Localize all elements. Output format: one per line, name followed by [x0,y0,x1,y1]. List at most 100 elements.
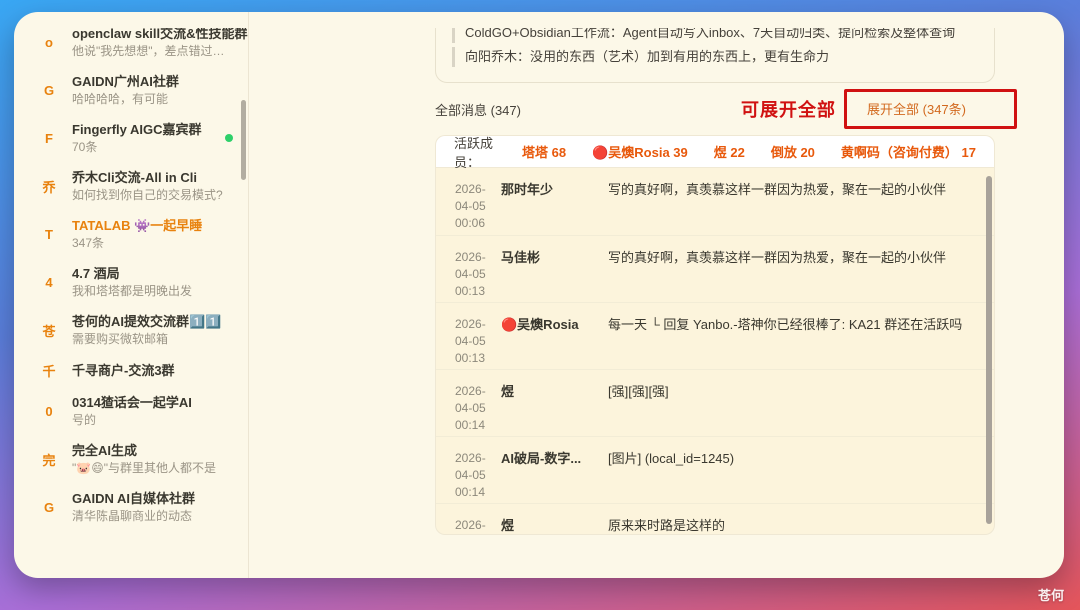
active-member[interactable]: 塔塔 68 [522,142,566,161]
message-time: 2026-04-05 00:06 [455,181,501,235]
message-content: [图片] (local_id=1245) [608,450,968,503]
summary-box: ColdGO+Obsidian工作流：Agent自动写入inbox、7天自动归类… [435,28,995,83]
group-avatar-letter: T [38,227,60,242]
sidebar: o openclaw skill交流&性技能群 他说"我先想想"，差点错过了全 … [14,12,249,578]
main-scroll-area[interactable]: ColdGO+Obsidian工作流：Agent自动写入inbox、7天自动归类… [435,28,1019,578]
all-messages-label: 全部消息 (347) [435,100,521,119]
message-row[interactable]: 2026-04-05 00:13 🔴吴燠Rosia 每一天 └ 回复 Yanbo… [436,302,994,369]
sidebar-group-item[interactable]: F Fingerfly AIGC嘉宾群 70条 [14,114,248,162]
message-content: 原来来时路是这样的 [608,517,968,535]
message-content: 每一天 └ 回复 Yanbo.-塔神你已经很棒了: KA21 群还在活跃吗 [608,316,968,369]
group-avatar-letter: 0 [38,404,60,419]
group-title: 苍何的AI提效交流群1️⃣1️⃣ [72,313,221,331]
group-last-message: 他说"我先想想"，差点错过了全 [72,43,230,59]
message-time: 2026-04-05 00:13 [455,249,501,302]
annotation-highlight-box: 展开全部 (347条) [844,89,1017,129]
summary-quote-line: ColdGO+Obsidian工作流：Agent自动写入inbox、7天自动归类… [452,28,978,43]
message-sender: 马佳彬 [501,249,596,302]
group-last-message: 如何找到你自己的交易模式? [72,187,223,203]
group-title: 乔木Cli交流-All in Cli [72,169,223,187]
group-text: openclaw skill交流&性技能群 他说"我先想想"，差点错过了全 [72,28,230,59]
message-time: 2026-04-05 [455,517,501,535]
active-member[interactable]: 🔴吴燠Rosia 39 [592,142,688,161]
sidebar-group-item[interactable]: 苍 苍何的AI提效交流群1️⃣1️⃣ 需要购买微软邮箱 [14,306,248,354]
group-last-message: 347条 [72,235,202,251]
group-text: TATALAB 👾一起早睡 347条 [72,217,202,251]
message-sender: AI破局-数字... [501,450,596,503]
message-sender: 煜 [501,383,596,436]
sidebar-scrollbar[interactable] [241,100,246,180]
messages-panel: 活跃成员： 塔塔 68 🔴吴燠Rosia 39 煜 22 倒放 20 黄啊码（咨询付费）… [435,135,995,535]
active-member[interactable]: 煜 22 [714,142,745,161]
group-last-message: 需要购买微软邮箱 [72,331,221,347]
message-sender: 🔴吴燠Rosia [501,316,596,369]
group-avatar-letter: 苍 [38,321,60,340]
message-list: 2026-04-05 00:06 那时年少 写的真好啊，真羡慕这样一群因为热爱，… [435,168,995,535]
group-title: openclaw skill交流&性技能群 [72,28,230,43]
sidebar-group-item[interactable]: 乔 乔木Cli交流-All in Cli 如何找到你自己的交易模式? [14,162,248,210]
message-content: 写的真好啊，真羡慕这样一群因为热爱，聚在一起的小伙伴 [608,181,968,235]
group-text: 4.7 酒局 我和塔塔都是明晚出发 [72,265,192,299]
group-text: GAIDN AI自媒体社群 清华陈晶聊商业的动态 [72,490,195,524]
unread-dot-icon [225,134,233,142]
active-members-bar: 活跃成员： 塔塔 68 🔴吴燠Rosia 39 煜 22 倒放 20 黄啊码（咨询付费）… [435,135,995,168]
message-time: 2026-04-05 00:13 [455,316,501,369]
group-text: 完全AI生成 "🐷😄"与群里其他人都不是 [72,442,216,476]
active-members-label: 活跃成员： [454,133,510,171]
expand-all-link[interactable]: 展开全部 (347条) [867,102,966,117]
group-title: TATALAB 👾一起早睡 [72,217,202,235]
screenshot-root: o openclaw skill交流&性技能群 他说"我先想想"，差点错过了全 … [0,0,1080,610]
group-text: 0314猹话会一起学AI 号的 [72,394,192,428]
message-content: [强][强][强] [608,383,968,436]
sidebar-group-item[interactable]: o openclaw skill交流&性技能群 他说"我先想想"，差点错过了全 [14,28,248,66]
messages-header: 全部消息 (347) 可展开全部 展开全部 (347条) [435,83,1017,135]
group-avatar-letter: o [38,35,60,50]
group-last-message: "🐷😄"与群里其他人都不是 [72,460,216,476]
active-member[interactable]: 黄啊码（咨询付费） 17 [841,142,976,161]
active-members-list: 塔塔 68 🔴吴燠Rosia 39 煜 22 倒放 20 黄啊码（咨询付费） 17 [510,142,976,161]
group-avatar-letter: F [38,131,60,146]
group-title: 4.7 酒局 [72,265,192,283]
messages-scrollbar[interactable] [986,176,992,524]
main-area: ColdGO+Obsidian工作流：Agent自动写入inbox、7天自动归类… [249,12,1064,578]
sidebar-group-item[interactable]: 千 千寻商户-交流3群 [14,354,248,387]
summary-quote-line: 向阳乔木：没用的东西（艺术）加到有用的东西上，更有生命力 [452,47,978,67]
app-window: o openclaw skill交流&性技能群 他说"我先想想"，差点错过了全 … [14,12,1064,578]
sidebar-scroll-area[interactable]: o openclaw skill交流&性技能群 他说"我先想想"，差点错过了全 … [14,28,248,578]
group-last-message: 号的 [72,412,192,428]
message-time: 2026-04-05 00:14 [455,450,501,503]
sidebar-group-item[interactable]: 0 0314猹话会一起学AI 号的 [14,387,248,435]
group-text: Fingerfly AIGC嘉宾群 70条 [72,121,202,155]
message-row[interactable]: 2026-04-05 00:13 马佳彬 写的真好啊，真羡慕这样一群因为热爱，聚… [436,235,994,302]
group-title: 0314猹话会一起学AI [72,394,192,412]
group-avatar-letter: 千 [38,361,60,380]
group-avatar-letter: 乔 [38,177,60,196]
message-row[interactable]: 2026-04-05 00:14 AI破局-数字... [图片] (local_… [436,436,994,503]
message-sender: 那时年少 [501,181,596,235]
messages-header-right: 可展开全部 展开全部 (347条) [741,89,1017,129]
annotation-text: 可展开全部 [741,96,836,122]
group-last-message: 清华陈晶聊商业的动态 [72,508,195,524]
group-text: 乔木Cli交流-All in Cli 如何找到你自己的交易模式? [72,169,223,203]
group-avatar-letter: 完 [38,450,60,469]
group-title: 千寻商户-交流3群 [72,362,175,380]
sidebar-group-item[interactable]: G GAIDN广州AI社群 哈哈哈哈，有可能 [14,66,248,114]
group-title: Fingerfly AIGC嘉宾群 [72,121,202,139]
message-sender: 煜 [501,517,596,535]
sidebar-group-item[interactable]: 4 4.7 酒局 我和塔塔都是明晚出发 [14,258,248,306]
sidebar-group-list: o openclaw skill交流&性技能群 他说"我先想想"，差点错过了全 … [14,28,248,531]
sidebar-group-item[interactable]: 完 完全AI生成 "🐷😄"与群里其他人都不是 [14,435,248,483]
group-title: 完全AI生成 [72,442,216,460]
message-row[interactable]: 2026-04-05 00:06 那时年少 写的真好啊，真羡慕这样一群因为热爱，… [436,168,994,235]
group-avatar-letter: 4 [38,275,60,290]
group-text: GAIDN广州AI社群 哈哈哈哈，有可能 [72,73,179,107]
group-title: GAIDN AI自媒体社群 [72,490,195,508]
group-avatar-letter: G [38,83,60,98]
sidebar-group-item[interactable]: T TATALAB 👾一起早睡 347条 [14,210,248,258]
group-text: 苍何的AI提效交流群1️⃣1️⃣ 需要购买微软邮箱 [72,313,221,347]
sidebar-group-item[interactable]: G GAIDN AI自媒体社群 清华陈晶聊商业的动态 [14,483,248,531]
active-member[interactable]: 倒放 20 [771,142,815,161]
group-text: 千寻商户-交流3群 [72,362,175,380]
message-row[interactable]: 2026-04-05 00:14 煜 [强][强][强] [436,369,994,436]
message-row[interactable]: 2026-04-05 煜 原来来时路是这样的 [436,503,994,535]
